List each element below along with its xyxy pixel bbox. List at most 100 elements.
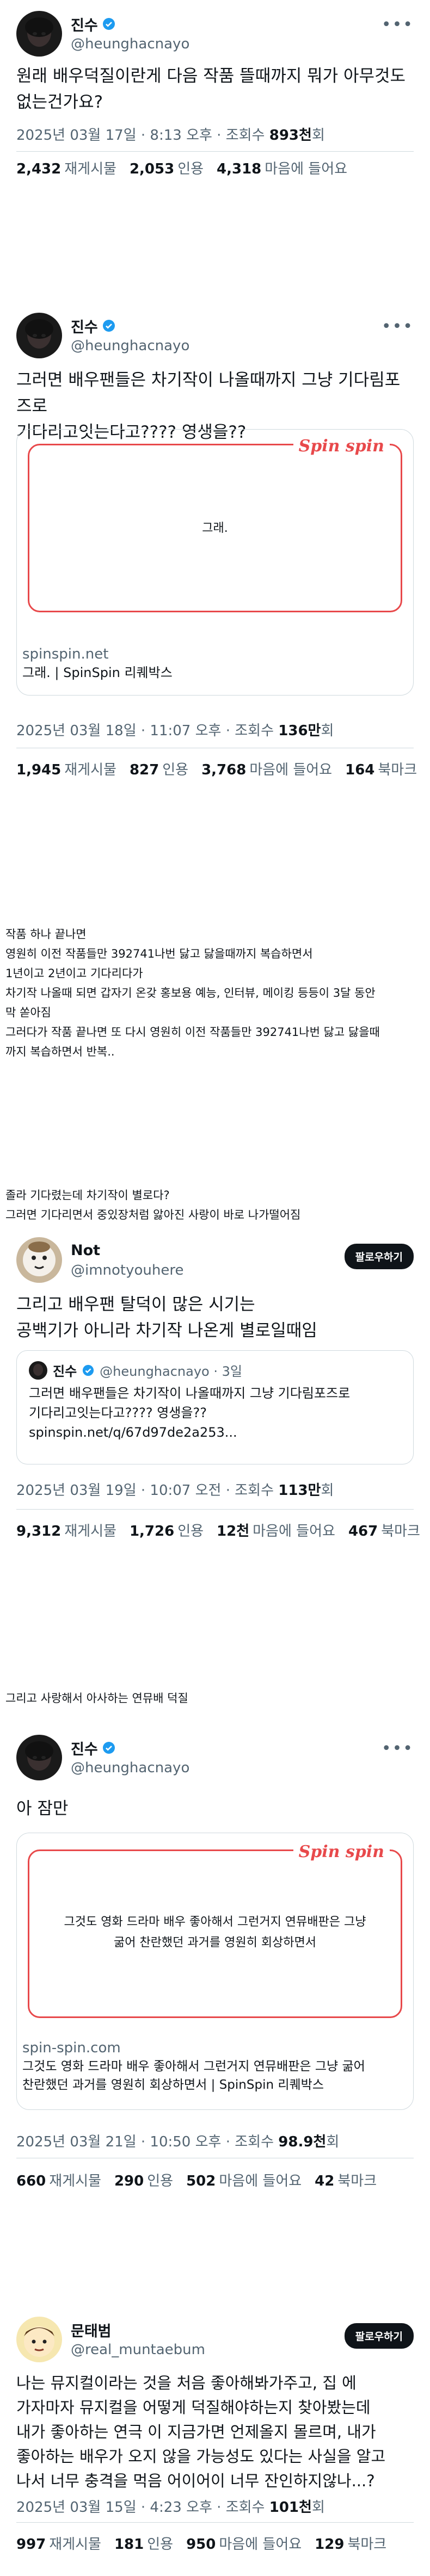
datetime[interactable]: 2025년 03월 18일 · 11:07 오후 · 조회수 bbox=[16, 723, 278, 739]
stat-reposts[interactable]: 1,945 재게시물 bbox=[16, 759, 116, 779]
stat-likes[interactable]: 950 마음에 들어요 bbox=[186, 2533, 302, 2553]
display-name[interactable]: 진수 bbox=[71, 1737, 98, 1759]
tweet-meta: 2025년 03월 18일 · 11:07 오후 · 조회수 136만회 bbox=[16, 719, 334, 740]
stat-reposts[interactable]: 9,312 재게시물 bbox=[16, 1520, 116, 1540]
link-card[interactable]: Spin spin 그것도 영화 드라마 배우 좋아해서 그런거지 연뮤배판은 … bbox=[16, 1833, 414, 2110]
tweet-3: Not @imnotyouhere 팔로우하기 그리고 배우팬 탈덕이 많은 시… bbox=[0, 1237, 430, 1574]
engagement-stats: 2,432 재게시물 2,053 인용 4,318 마음에 들어요 bbox=[16, 158, 347, 178]
view-suffix: 회 bbox=[311, 2499, 325, 2516]
datetime[interactable]: 2025년 03월 19일 · 10:07 오전 · 조회수 bbox=[16, 1482, 278, 1499]
tweet-2: 진수 @heunghacnayo ••• 그러면 배우팬들은 차기작이 나올때까… bbox=[0, 313, 430, 835]
link-card[interactable]: Spin spin 그래. spinspin.net 그래. | SpinSpi… bbox=[16, 429, 414, 696]
stat-bookmarks[interactable]: 129 북마크 bbox=[315, 2533, 386, 2553]
divider bbox=[16, 2522, 414, 2523]
stat-quotes[interactable]: 290 인용 bbox=[114, 2170, 173, 2190]
view-count: 113만 bbox=[278, 1482, 321, 1499]
stat-likes[interactable]: 4,318 마음에 들어요 bbox=[217, 158, 347, 178]
stat-reposts[interactable]: 2,432 재게시물 bbox=[16, 158, 116, 178]
handle[interactable]: @imnotyouhere bbox=[71, 1262, 184, 1278]
card-image-text: 그래. bbox=[202, 522, 228, 535]
handle[interactable]: @heunghacnayo bbox=[71, 1760, 189, 1776]
stat-quotes[interactable]: 181 인용 bbox=[114, 2533, 173, 2553]
engagement-stats: 997 재게시물 181 인용 950 마음에 들어요 129 북마크 bbox=[16, 2533, 386, 2553]
display-name[interactable]: 진수 bbox=[71, 315, 98, 337]
view-count: 893천 bbox=[269, 127, 312, 144]
stat-bookmarks[interactable]: 164 북마크 bbox=[345, 759, 417, 779]
tweet-meta: 2025년 03월 21일 · 10:50 오후 · 조회수 98.9천회 bbox=[16, 2131, 339, 2151]
stat-likes[interactable]: 3,768 마음에 들어요 bbox=[201, 759, 332, 779]
verified-badge-icon bbox=[102, 18, 115, 30]
tweet-text: 원래 배우덕질이란게 다음 작품 뜰때까지 뭐가 아무것도 없는건가요? bbox=[16, 66, 406, 112]
datetime[interactable]: 2025년 03월 17일 · 8:13 오후 · 조회수 bbox=[16, 127, 269, 144]
quote-tweet[interactable]: 진수 @heunghacnayo · 3일 그러면 배우팬들은 차기작이 나올때… bbox=[16, 1350, 414, 1464]
datetime[interactable]: 2025년 03월 21일 · 10:50 오후 · 조회수 bbox=[16, 2134, 278, 2150]
card-image-text: 그것도 영화 드라마 배우 좋아해서 그런거지 연뮤배판은 그냥 굶어 찬란했던… bbox=[64, 1915, 366, 1950]
stat-reposts[interactable]: 997 재게시물 bbox=[16, 2533, 101, 2553]
follow-button[interactable]: 팔로우하기 bbox=[344, 1244, 414, 1269]
tweet-text: 나는 뮤지컬이라는 것을 처음 좋아해봐가주고, 집 에 가자마자 뮤지컬을 어… bbox=[16, 2374, 386, 2490]
avatar[interactable] bbox=[16, 11, 62, 57]
card-title: 그래. | SpinSpin 리퀘박스 bbox=[22, 665, 173, 680]
view-suffix: 회 bbox=[326, 2134, 340, 2150]
tweet-text: 그리고 배우팬 탈덕이 많은 시기는 공백기가 아니라 차기작 나온게 별로일때… bbox=[16, 1295, 317, 1340]
caption-text: 졸라 기다렸는데 차기작이 별로다? 그러면 기다리면서 중있장처럼 앓아진 사… bbox=[5, 1189, 301, 1221]
card-footer: spin-spin.com 그것도 영화 드라마 배우 좋아해서 그런거지 연뮤… bbox=[22, 2039, 408, 2094]
card-domain: spinspin.net bbox=[22, 646, 109, 662]
view-count: 98.9천 bbox=[278, 2134, 327, 2150]
tweet-header: 진수 @heunghacnayo ••• bbox=[16, 313, 414, 362]
divider bbox=[16, 1509, 414, 1510]
tweet-text: 아 잠만 bbox=[16, 1799, 69, 1818]
avatar[interactable] bbox=[16, 2317, 62, 2362]
stat-likes[interactable]: 12천 마음에 들어요 bbox=[217, 1520, 335, 1540]
verified-badge-icon bbox=[102, 320, 115, 332]
stat-likes[interactable]: 502 마음에 들어요 bbox=[186, 2170, 302, 2190]
datetime[interactable]: 2025년 03월 15일 · 4:23 오후 · 조회수 bbox=[16, 2499, 269, 2516]
tweet-header: 진수 @heunghacnayo ••• bbox=[16, 11, 414, 60]
view-suffix: 회 bbox=[321, 1482, 334, 1499]
stat-quotes[interactable]: 1,726 인용 bbox=[130, 1520, 204, 1540]
quote-handle: @heunghacnayo · 3일 bbox=[100, 1364, 242, 1379]
more-icon[interactable]: ••• bbox=[382, 317, 414, 336]
card-title: 그것도 영화 드라마 배우 좋아해서 그런거지 연뮤배판은 그냥 굶어 찬란했던… bbox=[22, 2059, 365, 2092]
card-domain: spin-spin.com bbox=[22, 2040, 121, 2056]
display-name[interactable]: 진수 bbox=[71, 14, 98, 35]
card-footer: spinspin.net 그래. | SpinSpin 리퀘박스 bbox=[22, 645, 408, 682]
quote-header: 진수 @heunghacnayo · 3일 bbox=[29, 1361, 242, 1380]
engagement-stats: 660 재게시물 290 인용 502 마음에 들어요 42 북마크 bbox=[16, 2170, 377, 2190]
verified-badge-icon bbox=[102, 1742, 115, 1754]
more-icon[interactable]: ••• bbox=[382, 15, 414, 34]
tweet-1: 진수 @heunghacnayo ••• 원래 배우덕질이란게 다음 작품 뜰때… bbox=[0, 11, 430, 177]
quote-text: 그러면 배우팬들은 차기작이 나올때까지 그냥 기다림포즈로 기다리고잇는다고?… bbox=[29, 1386, 351, 1440]
spinspin-logo: Spin spin bbox=[293, 1842, 390, 1861]
stat-reposts[interactable]: 660 재게시물 bbox=[16, 2170, 101, 2190]
more-icon[interactable]: ••• bbox=[382, 1739, 414, 1758]
stat-quotes[interactable]: 2,053 인용 bbox=[130, 158, 204, 178]
view-suffix: 회 bbox=[321, 723, 334, 739]
quote-avatar bbox=[29, 1361, 47, 1380]
display-name[interactable]: 문태범 bbox=[71, 2319, 112, 2341]
verified-badge-icon bbox=[83, 1364, 94, 1376]
stat-bookmarks[interactable]: 467 북마크 bbox=[348, 1520, 420, 1540]
view-count: 101천 bbox=[269, 2499, 312, 2516]
tweet-meta: 2025년 03월 19일 · 10:07 오전 · 조회수 113만회 bbox=[16, 1479, 334, 1499]
engagement-stats: 9,312 재게시물 1,726 인용 12천 마음에 들어요 467 북마크 bbox=[16, 1520, 420, 1540]
caption-text: 그리고 사랑해서 아사하는 연뮤배 덕질 bbox=[5, 1692, 188, 1705]
avatar[interactable] bbox=[16, 313, 62, 358]
display-name[interactable]: Not bbox=[71, 1242, 100, 1259]
tweet-meta: 2025년 03월 15일 · 4:23 오후 · 조회수 101천회 bbox=[16, 2496, 325, 2516]
tweet-header: 문태범 @real_muntaebum 팔로우하기 bbox=[16, 2317, 414, 2366]
handle[interactable]: @real_muntaebum bbox=[71, 2342, 205, 2358]
tweet-header: 진수 @heunghacnayo ••• bbox=[16, 1735, 414, 1784]
quote-name: 진수 bbox=[53, 1364, 77, 1379]
caption-text: 작품 하나 끝나면 영원히 이전 작품들만 392741나번 닳고 닳을때까지 … bbox=[5, 928, 380, 1058]
spinspin-logo: Spin spin bbox=[293, 437, 390, 456]
handle[interactable]: @heunghacnayo bbox=[71, 338, 189, 354]
engagement-stats: 1,945 재게시물 827 인용 3,768 마음에 들어요 164 북마크 bbox=[16, 759, 417, 779]
avatar[interactable] bbox=[16, 1735, 62, 1780]
follow-button[interactable]: 팔로우하기 bbox=[344, 2323, 414, 2349]
handle[interactable]: @heunghacnayo bbox=[71, 36, 189, 52]
avatar[interactable] bbox=[16, 1237, 62, 1283]
stat-bookmarks[interactable]: 42 북마크 bbox=[315, 2170, 377, 2190]
stat-quotes[interactable]: 827 인용 bbox=[130, 759, 188, 779]
divider bbox=[16, 151, 414, 152]
